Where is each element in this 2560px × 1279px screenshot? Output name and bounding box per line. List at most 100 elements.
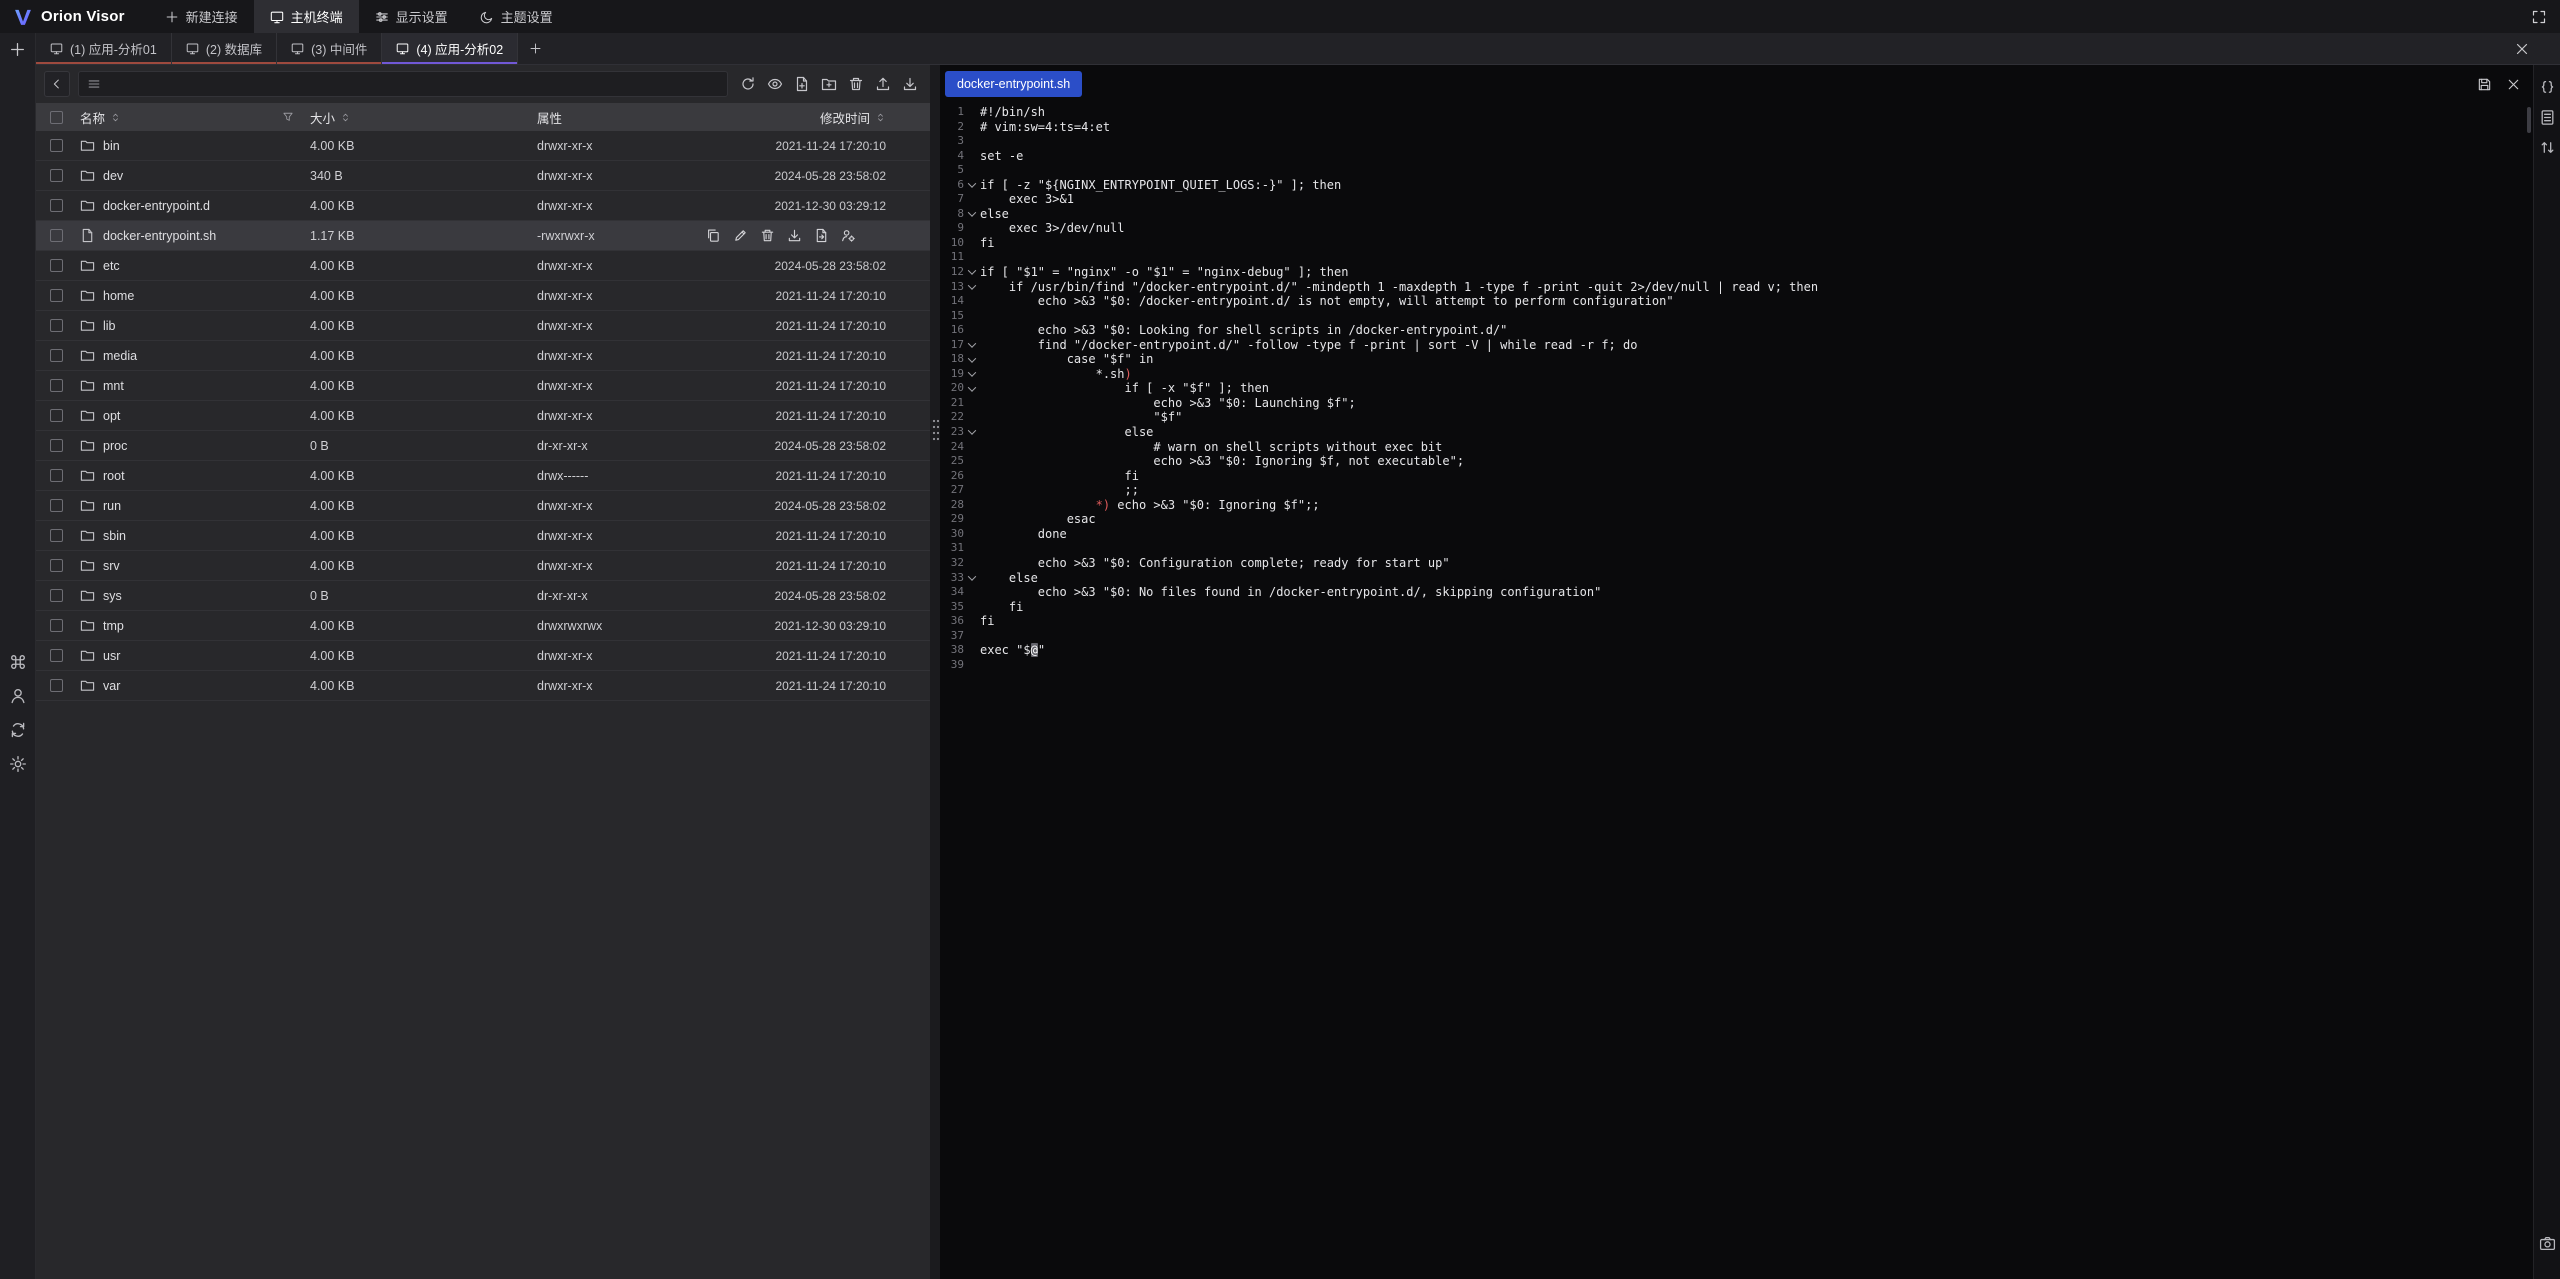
row-checkbox[interactable] bbox=[50, 409, 63, 422]
file-row-etc[interactable]: etc4.00 KBdrwxr-xr-x2024-05-28 23:58:02 bbox=[36, 251, 930, 281]
sync-icon[interactable] bbox=[9, 721, 27, 739]
row-checkbox[interactable] bbox=[50, 499, 63, 512]
select-all-checkbox[interactable] bbox=[50, 111, 63, 124]
row-checkbox[interactable] bbox=[50, 319, 63, 332]
brand[interactable]: Orion Visor bbox=[0, 0, 139, 33]
column-header-time[interactable]: 修改时间 bbox=[820, 108, 870, 127]
tabbar-close-icon[interactable] bbox=[2514, 41, 2530, 57]
file-row-media[interactable]: media4.00 KBdrwxr-xr-x2021-11-24 17:20:1… bbox=[36, 341, 930, 371]
row-checkbox[interactable] bbox=[50, 349, 63, 362]
file-row-root[interactable]: root4.00 KBdrwx------2021-11-24 17:20:10 bbox=[36, 461, 930, 491]
panel-divider[interactable] bbox=[930, 65, 940, 1279]
camera-icon[interactable] bbox=[2539, 1235, 2556, 1252]
menu-item-2[interactable]: 主机终端 bbox=[254, 0, 359, 33]
filter-icon[interactable] bbox=[282, 111, 294, 123]
user-icon[interactable] bbox=[9, 687, 27, 705]
new-connection-icon[interactable] bbox=[9, 41, 26, 58]
settings-icon[interactable] bbox=[9, 755, 27, 773]
copy-icon[interactable] bbox=[706, 228, 721, 243]
menu-item-3[interactable]: 显示设置 bbox=[359, 0, 464, 33]
row-attr: drwxr-xr-x bbox=[533, 559, 688, 573]
fold-toggle-icon[interactable] bbox=[964, 178, 980, 193]
terminal-tab-2[interactable]: (2) 数据库 bbox=[172, 33, 277, 64]
download-icon[interactable] bbox=[787, 228, 802, 243]
row-checkbox[interactable] bbox=[50, 649, 63, 662]
fold-toggle-icon[interactable] bbox=[964, 367, 980, 382]
file-row-sbin[interactable]: sbin4.00 KBdrwxr-xr-x2021-11-24 17:20:10 bbox=[36, 521, 930, 551]
fullscreen-icon[interactable] bbox=[2531, 9, 2547, 25]
fold-toggle-icon[interactable] bbox=[964, 207, 980, 222]
fold-toggle-icon[interactable] bbox=[964, 280, 980, 295]
row-checkbox[interactable] bbox=[50, 589, 63, 602]
add-tab-icon[interactable] bbox=[518, 33, 552, 64]
column-header-name[interactable]: 名称 bbox=[80, 108, 105, 127]
file-row-docker-entrypoint.sh[interactable]: docker-entrypoint.sh1.17 KB-rwxrwxr-x bbox=[36, 221, 930, 251]
file-row-usr[interactable]: usr4.00 KBdrwxr-xr-x2021-11-24 17:20:10 bbox=[36, 641, 930, 671]
file-row-docker-entrypoint.d[interactable]: docker-entrypoint.d4.00 KBdrwxr-xr-x2021… bbox=[36, 191, 930, 221]
path-menu-icon[interactable] bbox=[87, 77, 101, 91]
edit-icon[interactable] bbox=[733, 228, 748, 243]
file-row-lib[interactable]: lib4.00 KBdrwxr-xr-x2021-11-24 17:20:10 bbox=[36, 311, 930, 341]
menu-item-1[interactable]: 新建连接 bbox=[149, 0, 254, 33]
terminal-tab-3[interactable]: (3) 中间件 bbox=[277, 33, 382, 64]
eye-icon[interactable] bbox=[767, 76, 783, 92]
braces-icon[interactable] bbox=[2539, 79, 2556, 96]
file-row-proc[interactable]: proc0 Bdr-xr-xr-x2024-05-28 23:58:02 bbox=[36, 431, 930, 461]
column-header-size[interactable]: 大小 bbox=[310, 108, 335, 127]
row-checkbox[interactable] bbox=[50, 469, 63, 482]
row-checkbox[interactable] bbox=[50, 169, 63, 182]
fold-toggle-icon[interactable] bbox=[964, 265, 980, 280]
editor-scrollbar[interactable] bbox=[2527, 107, 2531, 133]
row-checkbox[interactable] bbox=[50, 619, 63, 632]
file-row-srv[interactable]: srv4.00 KBdrwxr-xr-x2021-11-24 17:20:10 bbox=[36, 551, 930, 581]
row-checkbox[interactable] bbox=[50, 679, 63, 692]
move-icon[interactable] bbox=[814, 228, 829, 243]
code-area[interactable]: 1#!/bin/sh2# vim:sw=4:ts=4:et34set -e56i… bbox=[940, 103, 2533, 1279]
sort-name-icon[interactable] bbox=[110, 112, 121, 123]
file-row-home[interactable]: home4.00 KBdrwxr-xr-x2021-11-24 17:20:10 bbox=[36, 281, 930, 311]
delete-icon[interactable] bbox=[848, 76, 864, 92]
fold-toggle-icon[interactable] bbox=[964, 571, 980, 586]
terminal-tab-4[interactable]: (4) 应用-分析02 bbox=[382, 33, 518, 64]
file-row-var[interactable]: var4.00 KBdrwxr-xr-x2021-11-24 17:20:10 bbox=[36, 671, 930, 701]
editor-file-tab[interactable]: docker-entrypoint.sh bbox=[945, 71, 1082, 97]
menu-item-4[interactable]: 主题设置 bbox=[464, 0, 569, 33]
row-checkbox[interactable] bbox=[50, 289, 63, 302]
file-add-icon[interactable] bbox=[794, 76, 810, 92]
save-icon[interactable] bbox=[2477, 77, 2492, 92]
fold-toggle-icon[interactable] bbox=[964, 381, 980, 396]
fold-toggle-icon[interactable] bbox=[964, 352, 980, 367]
sort-time-icon[interactable] bbox=[875, 112, 886, 123]
sort-size-icon[interactable] bbox=[340, 112, 351, 123]
terminal-tab-1[interactable]: (1) 应用-分析01 bbox=[36, 33, 172, 64]
row-checkbox[interactable] bbox=[50, 139, 63, 152]
file-row-opt[interactable]: opt4.00 KBdrwxr-xr-x2021-11-24 17:20:10 bbox=[36, 401, 930, 431]
path-input[interactable] bbox=[78, 71, 728, 97]
file-text-icon[interactable] bbox=[2539, 109, 2556, 126]
fold-toggle-icon[interactable] bbox=[964, 425, 980, 440]
back-button[interactable] bbox=[44, 71, 70, 97]
file-row-run[interactable]: run4.00 KBdrwxr-xr-x2024-05-28 23:58:02 bbox=[36, 491, 930, 521]
row-checkbox[interactable] bbox=[50, 559, 63, 572]
row-checkbox[interactable] bbox=[50, 439, 63, 452]
file-row-sys[interactable]: sys0 Bdr-xr-xr-x2024-05-28 23:58:02 bbox=[36, 581, 930, 611]
upload-icon[interactable] bbox=[875, 76, 891, 92]
folder-add-icon[interactable] bbox=[821, 76, 837, 92]
refresh-icon[interactable] bbox=[740, 76, 756, 92]
row-checkbox[interactable] bbox=[50, 379, 63, 392]
command-icon[interactable] bbox=[9, 653, 27, 671]
download-icon[interactable] bbox=[902, 76, 918, 92]
row-checkbox[interactable] bbox=[50, 529, 63, 542]
file-row-dev[interactable]: dev340 Bdrwxr-xr-x2024-05-28 23:58:02 bbox=[36, 161, 930, 191]
delete-icon[interactable] bbox=[760, 228, 775, 243]
row-checkbox[interactable] bbox=[50, 259, 63, 272]
file-row-bin[interactable]: bin4.00 KBdrwxr-xr-x2021-11-24 17:20:10 bbox=[36, 131, 930, 161]
file-row-tmp[interactable]: tmp4.00 KBdrwxrwxrwx2021-12-30 03:29:10 bbox=[36, 611, 930, 641]
editor-close-icon[interactable] bbox=[2506, 77, 2521, 92]
swap-vertical-icon[interactable] bbox=[2539, 139, 2556, 156]
permission-icon[interactable] bbox=[841, 228, 856, 243]
row-checkbox[interactable] bbox=[50, 199, 63, 212]
file-row-mnt[interactable]: mnt4.00 KBdrwxr-xr-x2021-11-24 17:20:10 bbox=[36, 371, 930, 401]
row-checkbox[interactable] bbox=[50, 229, 63, 242]
fold-toggle-icon[interactable] bbox=[964, 338, 980, 353]
